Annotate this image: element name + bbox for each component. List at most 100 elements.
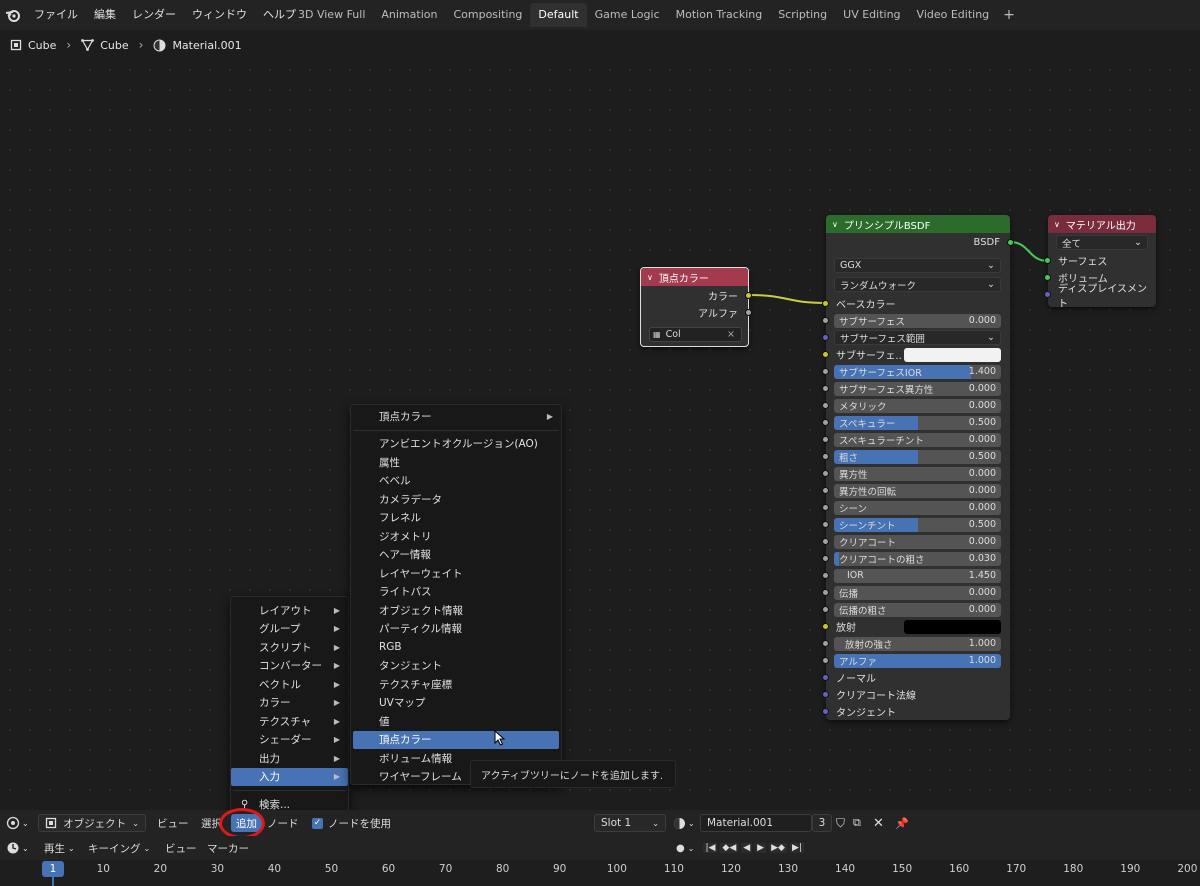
input-socket[interactable] [822,470,829,477]
material-output-node[interactable]: ∨ マテリアル出力 全て ⌄ サーフェス ボリューム ディスプレイスメント [1044,215,1156,310]
color-layer-field[interactable]: ▦ Col × [649,327,742,342]
input-socket[interactable] [822,589,829,596]
collapse-arrow-icon[interactable]: ∨ [647,273,653,282]
breadcrumb-object[interactable]: Cube [10,39,56,52]
tab-motion-tracking[interactable]: Motion Tracking [668,3,771,27]
value-slider[interactable]: シーンチント 0.500 [834,517,1001,532]
slot-dropdown[interactable]: Slot 1 ⌄ [594,814,666,832]
value-slider[interactable]: メタリック 0.000 [834,398,1001,413]
checkbox-checked-icon[interactable]: ✓ [312,817,323,829]
input-menu-item[interactable]: ジオメトリ [351,527,561,546]
duplicate-material-icon[interactable]: ⧉ [853,814,861,832]
tab-animation[interactable]: Animation [373,3,445,27]
jump-start-icon[interactable]: |◀ [703,843,718,853]
surface-input-socket[interactable] [1044,257,1051,264]
distribution-dropdown[interactable]: GGX ⌄ [834,258,1001,273]
add-menu-item[interactable]: 入力 ▶ [231,767,348,786]
menu-window[interactable]: ウィンドウ [184,0,255,30]
tab-game-logic[interactable]: Game Logic [587,3,668,27]
emission-color-swatch[interactable] [904,619,1001,634]
vertex-color-node-header[interactable]: ∨ 頂点カラー [641,268,748,286]
unlink-material-close-icon[interactable]: ✕ [873,814,884,832]
timeline-editor-type-button[interactable]: ⌄ [6,839,29,857]
input-menu-item[interactable]: ベベル [351,472,561,491]
input-socket[interactable] [822,708,829,715]
value-slider[interactable]: サブサーフェスIOR 1.400 [834,364,1001,379]
timeline-view-menu[interactable]: ビュー [165,839,197,857]
value-slider[interactable]: シーン 0.000 [834,500,1001,515]
vertex-color-node[interactable]: ∨ 頂点カラー カラー アルファ ▦ Col × [640,267,752,347]
next-keyframe-icon[interactable]: ▶◆ [769,843,787,853]
current-frame-indicator[interactable]: 1 [42,861,64,877]
input-socket[interactable] [822,691,829,698]
value-slider[interactable]: 異方性の回転 0.000 [834,483,1001,498]
tab-compositing[interactable]: Compositing [445,3,530,27]
input-socket[interactable] [822,334,829,341]
input-socket[interactable] [822,606,829,613]
value-slider[interactable]: 粗さ 0.500 [834,449,1001,464]
input-socket[interactable] [822,487,829,494]
header-node-menu[interactable]: ノード [267,814,299,832]
input-menu-item[interactable]: レイヤーウェイト [351,564,561,583]
tab-default[interactable]: Default [530,3,587,27]
object-type-dropdown[interactable]: オブジェクト ⌄ [38,814,146,832]
blender-logo-icon[interactable] [0,0,26,30]
input-socket[interactable] [822,453,829,460]
input-socket[interactable] [822,385,829,392]
input-menu-item[interactable]: ヘアー情報 [351,546,561,565]
add-menu-item[interactable]: グループ ▶ [231,620,348,639]
value-slider[interactable]: IOR 1.450 [834,568,1001,583]
bsdf-output-socket[interactable] [1007,239,1014,246]
input-menu-item[interactable]: カメラデータ [351,490,561,509]
input-menu-item[interactable]: ライトパス [351,583,561,602]
add-menu-item[interactable]: ベクトル ▶ [231,675,348,694]
submenu-vertex-color-header[interactable]: 頂点カラー ▶ [351,407,561,426]
input-menu-item[interactable]: 属性 [351,453,561,472]
keying-menu[interactable]: キーイング ⌄ [88,839,150,857]
input-menu-item[interactable]: 頂点カラー [353,730,559,749]
menu-render[interactable]: レンダー [124,0,184,30]
input-socket[interactable] [822,436,829,443]
value-slider[interactable]: 伝播 0.000 [834,585,1001,600]
menu-edit[interactable]: 編集 [86,0,124,30]
value-slider[interactable]: スペキュラー 0.500 [834,415,1001,430]
volume-input-socket[interactable] [1044,274,1051,281]
add-workspace-button[interactable]: + [997,7,1021,23]
input-menu-item[interactable]: テクスチャ座標 [351,675,561,694]
color-output-socket[interactable] [745,292,752,299]
header-view-menu[interactable]: ビュー [157,814,189,832]
input-socket[interactable] [822,368,829,375]
playback-menu[interactable]: 再生 ⌄ [44,839,75,857]
breadcrumb-material[interactable]: Material.001 [153,39,242,52]
prev-keyframe-icon[interactable]: ◆◀ [720,843,739,853]
subsurface-method-dropdown[interactable]: ランダムウォーク ⌄ [834,277,1001,292]
value-slider[interactable]: クリアコートの粗さ 0.030 [834,551,1001,566]
material-users-count[interactable]: 3 [812,814,832,832]
add-menu-item[interactable]: 出力 ▶ [231,749,348,768]
use-nodes-toggle[interactable]: ✓ ノードを使用 [312,814,391,832]
input-socket[interactable] [822,402,829,409]
input-menu-item[interactable]: アンビエントオクルージョン(AO) [351,435,561,454]
principled-bsdf-node[interactable]: ∨ プリンシプルBSDF BSDF GGX ⌄ ランダムウォーク ⌄ ベースカラー … [822,215,1014,720]
material-output-node-header[interactable]: ∨ マテリアル出力 [1048,215,1156,233]
input-socket[interactable] [822,555,829,562]
add-menu-item[interactable]: シェーダー ▶ [231,731,348,750]
editor-type-button[interactable]: ⌄ [6,814,29,832]
input-socket[interactable] [822,351,829,358]
timeline-marker-menu[interactable]: マーカー [207,839,249,857]
pin-icon[interactable]: 📌 [895,814,909,832]
input-socket[interactable] [822,623,829,630]
input-socket[interactable] [822,657,829,664]
menu-file[interactable]: ファイル [26,0,86,30]
value-slider[interactable]: 伝播の粗さ 0.000 [834,602,1001,617]
add-menu-item[interactable]: テクスチャ ▶ [231,712,348,731]
breadcrumb-mesh[interactable]: Cube [81,39,129,52]
input-socket[interactable] [822,419,829,426]
input-menu-item[interactable]: 値 [351,712,561,731]
input-socket[interactable] [822,504,829,511]
node-editor-canvas[interactable] [0,60,1200,800]
alpha-output-socket[interactable] [745,309,752,316]
jump-end-icon[interactable]: ▶| [789,843,804,853]
collapse-arrow-icon[interactable]: ∨ [1054,220,1060,229]
input-socket[interactable] [822,317,829,324]
